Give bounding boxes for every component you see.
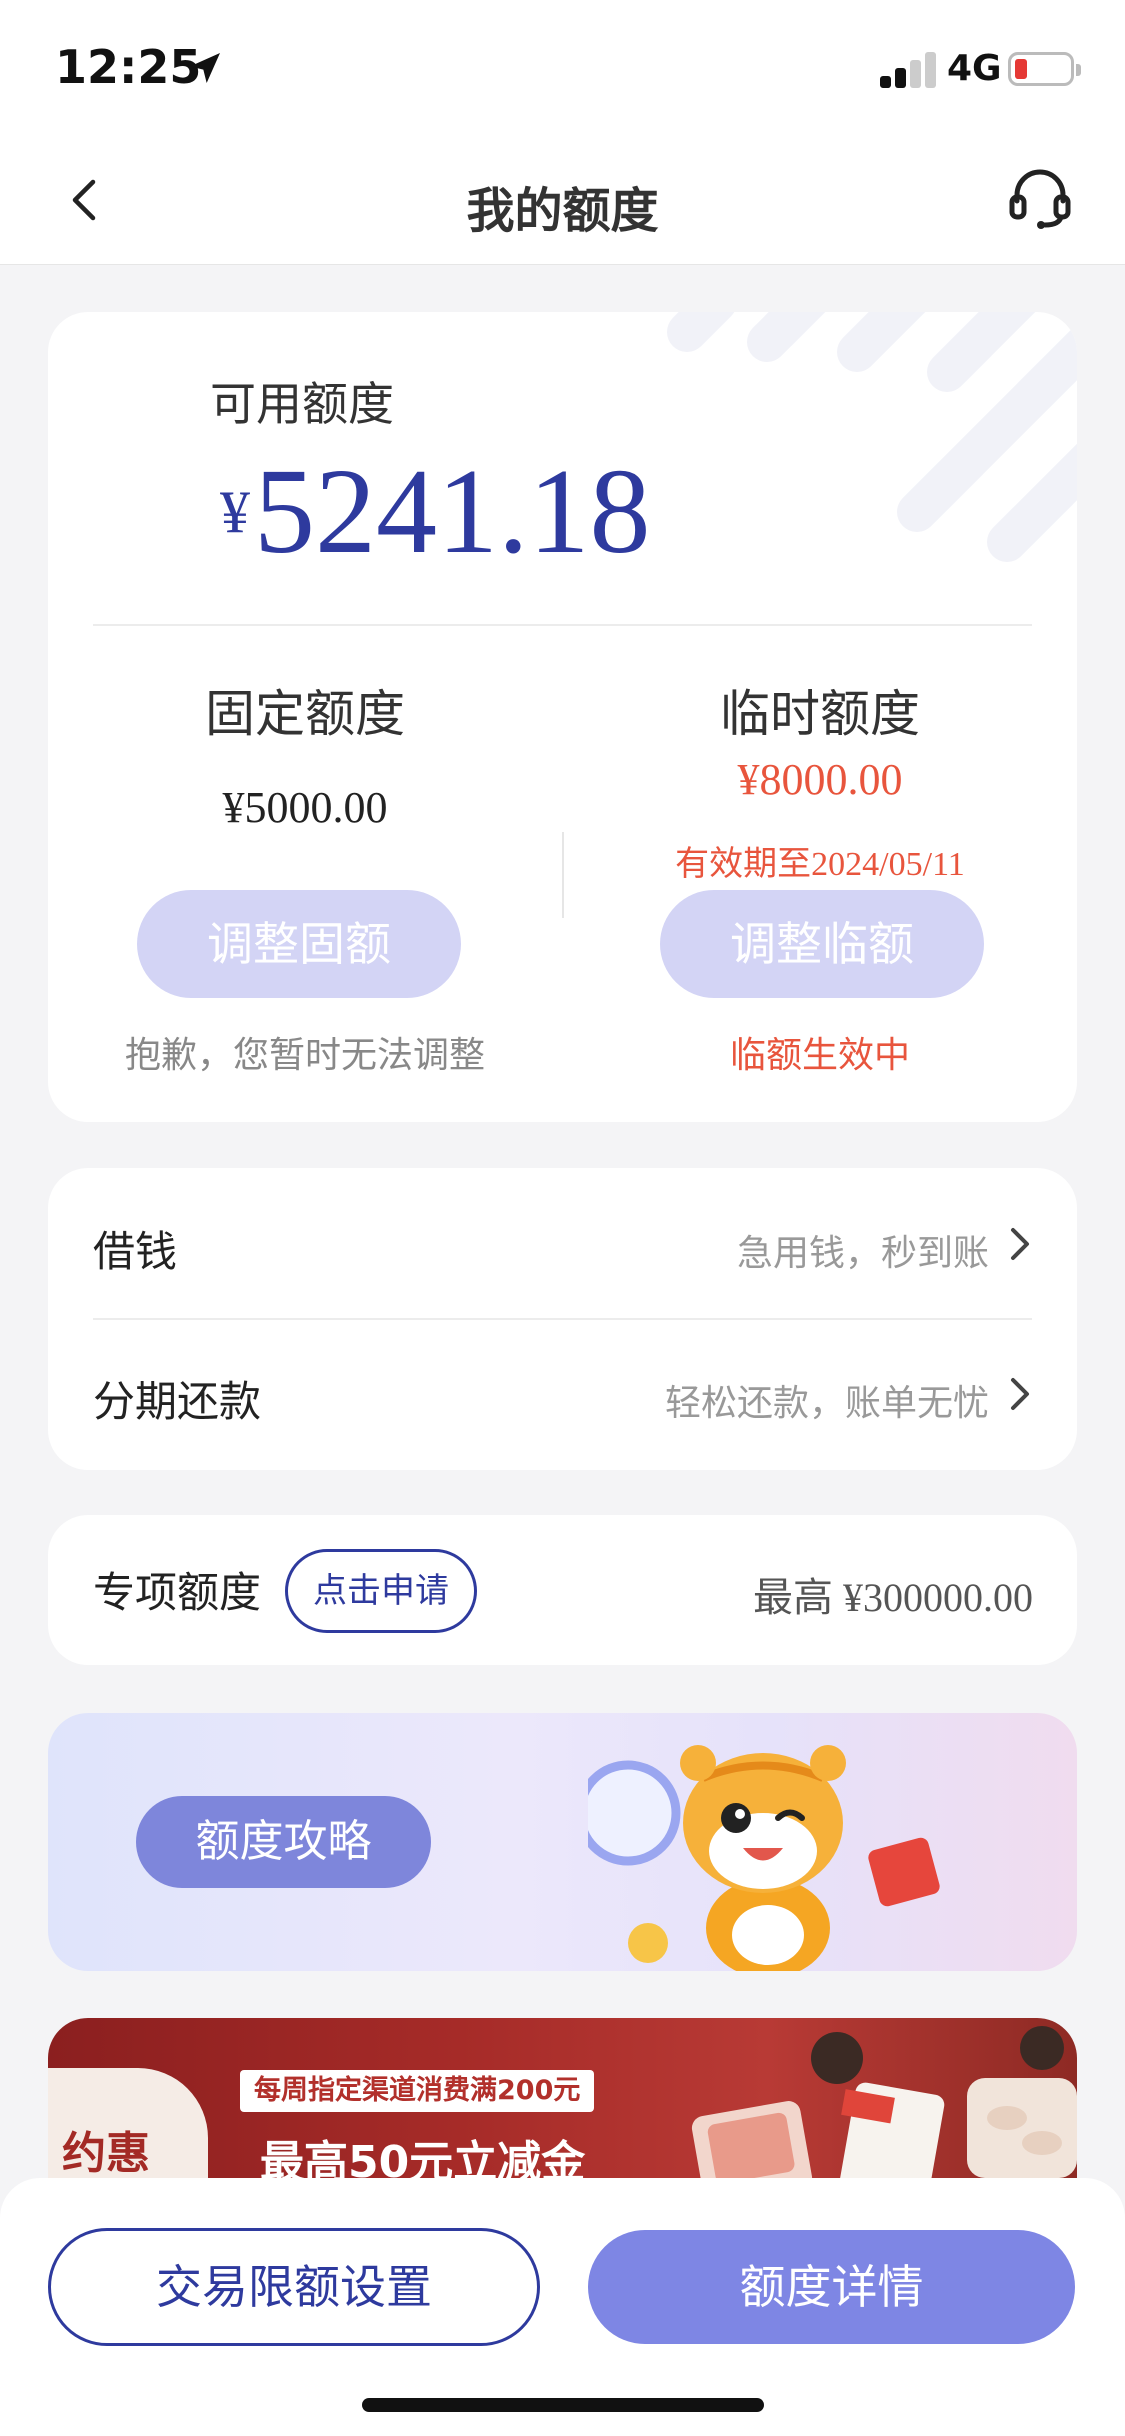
location-arrow-icon <box>190 53 220 83</box>
network-type: 4G <box>947 48 1002 89</box>
transaction-limit-button[interactable]: 交易限额设置 <box>48 2228 540 2346</box>
menu-item-label: 借钱 <box>93 1227 178 1276</box>
credit-guide-banner[interactable]: 额度攻略 <box>48 1713 1077 1971</box>
menu-item-installment[interactable]: 分期还款 轻松还款，账单无忧 <box>48 1318 1077 1468</box>
cellular-signal-icon <box>880 52 936 88</box>
chevron-right-icon <box>1011 1378 1029 1410</box>
temp-credit-title: 临时额度 <box>720 685 920 743</box>
fixed-credit-amount: ¥5000.00 <box>222 783 388 832</box>
apply-special-button[interactable]: 点击申请 <box>285 1549 477 1633</box>
menu-item-label: 分期还款 <box>93 1377 262 1426</box>
available-credit-label: 可用额度 <box>210 377 394 431</box>
nav-bar: 我的额度 <box>0 135 1125 265</box>
page-title: 我的额度 <box>466 183 659 239</box>
status-bar: 12:25 4G <box>0 0 1125 135</box>
temp-credit-status: 临额生效中 <box>729 1035 910 1076</box>
menu-item-desc: 急用钱，秒到账 <box>736 1233 989 1274</box>
credit-detail-button[interactable]: 额度详情 <box>588 2230 1075 2344</box>
available-credit-amount: ¥5241.18 <box>220 442 651 582</box>
special-credit-max: 最高 ¥300000.00 <box>753 1575 1033 1620</box>
credit-guide-button[interactable]: 额度攻略 <box>136 1796 431 1888</box>
menu-card: 借钱 急用钱，秒到账 分期还款 轻松还款，账单无忧 <box>48 1168 1077 1470</box>
special-credit-card: 专项额度 点击申请 最高 ¥300000.00 <box>48 1515 1077 1665</box>
fixed-credit-note: 抱歉，您暂时无法调整 <box>124 1035 485 1076</box>
tiger-mascot-illustration <box>588 1745 940 1971</box>
available-amount-value: 5241.18 <box>254 444 651 579</box>
menu-item-borrow[interactable]: 借钱 急用钱，秒到账 <box>48 1168 1077 1318</box>
credit-summary-card: 可用额度 ¥5241.18 固定额度 ¥5000.00 调整固额 抱歉，您暂时无… <box>48 312 1077 1122</box>
currency-symbol: ¥ <box>220 479 250 545</box>
divider <box>93 624 1032 626</box>
promo-banner[interactable]: 约惠 星期五 每周指定渠道消费满200元 最高50元立减金 <box>48 2018 1077 2198</box>
promo-subtitle: 每周指定渠道消费满200元 <box>240 2070 595 2112</box>
special-credit-label: 专项额度 <box>93 1568 262 1617</box>
temp-credit-amount: ¥8000.00 <box>737 755 903 804</box>
status-time: 12:25 <box>55 40 202 94</box>
temp-credit-validity: 有效期至2024/05/11 <box>675 846 965 883</box>
adjust-temp-button[interactable]: 调整临额 <box>660 890 984 998</box>
adjust-fixed-button[interactable]: 调整固额 <box>137 890 461 998</box>
menu-item-desc: 轻松还款，账单无忧 <box>664 1383 989 1424</box>
decorative-stripes <box>667 312 1077 562</box>
home-indicator[interactable] <box>362 2398 764 2412</box>
food-illustration <box>691 2026 1077 2198</box>
bottom-action-bar: 交易限额设置 额度详情 <box>0 2178 1125 2436</box>
fixed-credit-title: 固定额度 <box>205 685 405 743</box>
battery-icon <box>1008 52 1081 86</box>
customer-service-icon[interactable] <box>1005 163 1075 233</box>
chevron-right-icon <box>1011 1228 1029 1260</box>
